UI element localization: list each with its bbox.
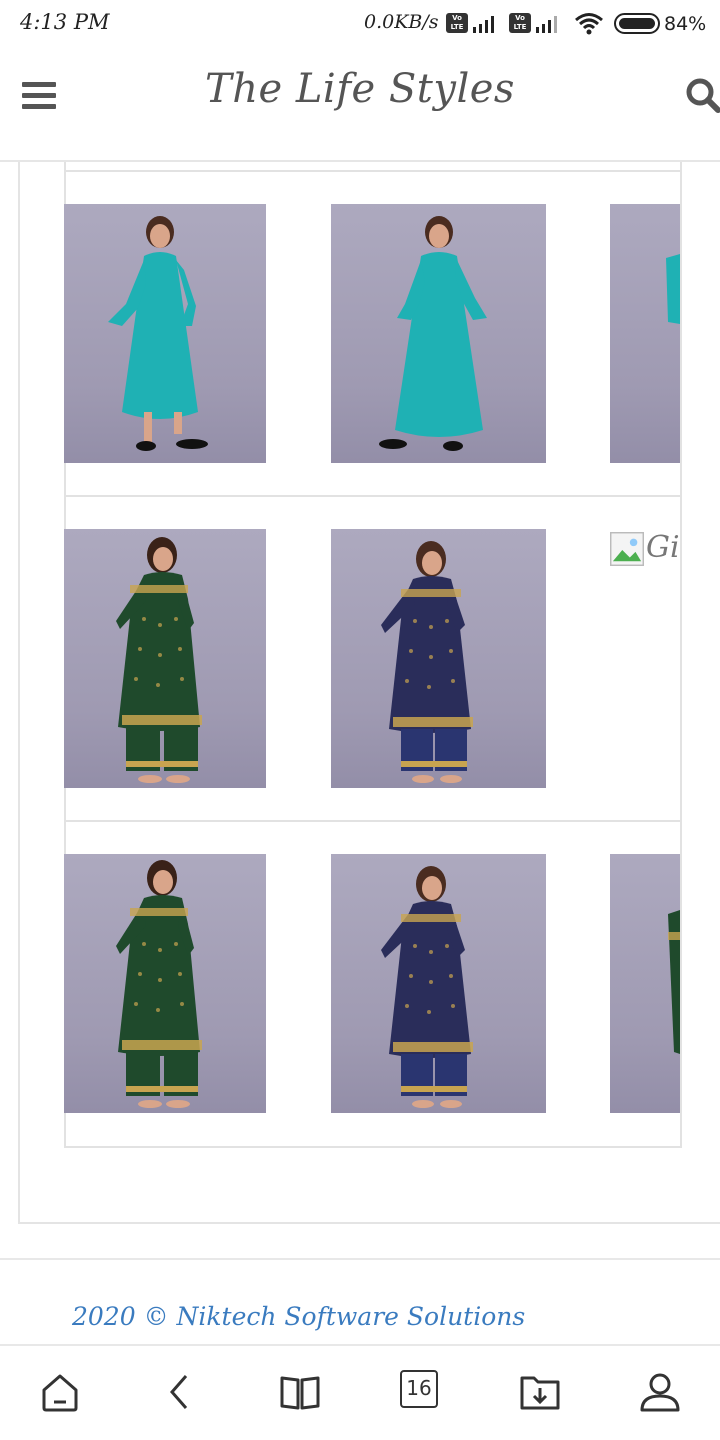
wifi-icon [575, 13, 603, 35]
gallery-divider [64, 820, 682, 822]
product-image-navy-kurta-1[interactable] [331, 529, 546, 788]
broken-image-alt-text: Gir [646, 530, 680, 565]
footer-copyright[interactable]: 2020 © Niktech Software Solutions [72, 1302, 525, 1331]
product-image-green-kurta-1[interactable] [64, 529, 266, 788]
volte-badge-2: Vo LTE [509, 13, 531, 33]
site-title[interactable]: The Life Styles [0, 66, 720, 112]
product-image-navy-kurta-2[interactable] [331, 854, 546, 1113]
volte-badge: Vo LTE [446, 13, 468, 33]
battery-icon [614, 13, 660, 34]
product-image-teal-dress-3[interactable] [610, 204, 680, 463]
network-speed: 0.0KB/s [364, 11, 439, 33]
product-image-teal-dress-2[interactable] [331, 204, 546, 463]
back-icon[interactable] [158, 1370, 202, 1414]
footer-divider [0, 1258, 720, 1260]
status-bar: 4:13 PM 0.0KB/s Vo LTE Vo LTE 84% [0, 0, 720, 48]
book-icon[interactable] [278, 1370, 322, 1414]
download-icon[interactable] [518, 1370, 562, 1414]
tabs-count: 16 [400, 1370, 438, 1408]
signal-icon [473, 16, 494, 33]
gallery-divider [64, 170, 682, 172]
home-icon[interactable] [38, 1370, 82, 1414]
status-time: 4:13 PM [20, 10, 110, 34]
browser-bottom-nav: 16 [0, 1344, 720, 1440]
gallery-divider [64, 495, 682, 497]
signal-icon-2 [536, 16, 557, 33]
search-icon[interactable] [684, 76, 720, 116]
app-header: The Life Styles [0, 48, 720, 160]
product-image-teal-dress-1[interactable] [64, 204, 266, 463]
broken-image[interactable]: Gir [610, 530, 680, 570]
battery-level: 84% [664, 13, 707, 35]
tabs-button[interactable]: 16 [400, 1370, 444, 1414]
product-image-green-kurta-3[interactable] [610, 854, 680, 1113]
profile-icon[interactable] [638, 1370, 682, 1414]
broken-image-icon [610, 532, 644, 566]
product-image-green-kurta-2[interactable] [64, 854, 266, 1113]
